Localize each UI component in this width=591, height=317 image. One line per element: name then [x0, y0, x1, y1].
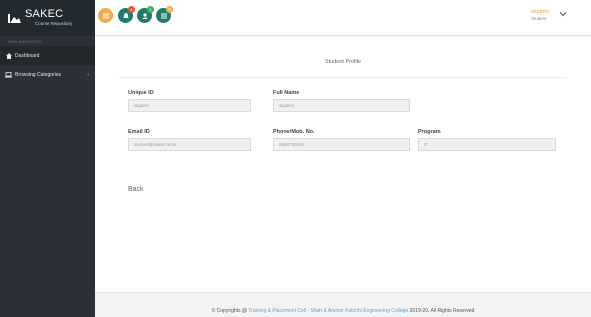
- sidebar-item-label: Dashboard: [15, 52, 40, 59]
- brand-subtitle: Course Repository: [35, 21, 73, 27]
- footer-suffix: 2019-20. All Rights Reserved: [409, 308, 475, 314]
- tasks-badge: 3: [166, 6, 173, 13]
- footer-link[interactable]: Training & Placement Cell - Shah & Ancho…: [248, 308, 408, 314]
- brand-title: SAKEC: [25, 8, 64, 21]
- nav-heading: MAIN NAVIGATION: [8, 40, 42, 44]
- logo-icon: [8, 13, 21, 23]
- user-role: Student: [530, 16, 547, 21]
- sidebar-item-dashboard[interactable]: Dashboard: [0, 46, 95, 65]
- full-name-label: Full Name: [273, 90, 300, 96]
- brand[interactable]: SAKEC Course Repository: [0, 0, 95, 36]
- back-button[interactable]: Back: [128, 186, 144, 193]
- footer-copyright: © Copyrights @: [211, 308, 248, 314]
- sidebar: SAKEC Course Repository MAIN NAVIGATION …: [0, 0, 95, 317]
- footer: © Copyrights @ Training & Placement Cell…: [95, 292, 591, 317]
- chevron-left-icon: ‹: [87, 71, 89, 78]
- divider: [119, 77, 567, 78]
- user-name: student: [530, 9, 549, 15]
- page-title: Student Profile: [324, 59, 362, 65]
- email-label: Email ID: [128, 129, 150, 135]
- unique-id-field[interactable]: student: [128, 99, 251, 112]
- program-field[interactable]: IT: [418, 138, 556, 151]
- phone-field[interactable]: 9594730826: [273, 138, 410, 151]
- email-field[interactable]: student@sakec.ac.in: [128, 138, 251, 151]
- topbar: 4 2 3 student Student: [95, 0, 591, 36]
- profile-panel: Student Profile Unique ID student Full N…: [95, 37, 591, 292]
- home-icon: [5, 52, 12, 59]
- laptop-icon: [5, 71, 12, 78]
- chevron-down-icon[interactable]: [559, 10, 567, 18]
- program-label: Program: [418, 129, 441, 135]
- unique-id-label: Unique ID: [128, 90, 154, 96]
- phone-label: Phone/Mob. No.: [273, 129, 315, 135]
- full-name-field[interactable]: student: [273, 99, 410, 112]
- sidebar-item-browsing-categories[interactable]: Browsing Categories ‹: [0, 65, 95, 84]
- user-menu[interactable]: student Student: [531, 9, 549, 21]
- user-badge: 2: [147, 6, 154, 13]
- sidebar-item-label: Browsing Categories: [15, 71, 62, 78]
- list-icon[interactable]: [98, 8, 113, 23]
- notification-badge: 4: [128, 6, 135, 13]
